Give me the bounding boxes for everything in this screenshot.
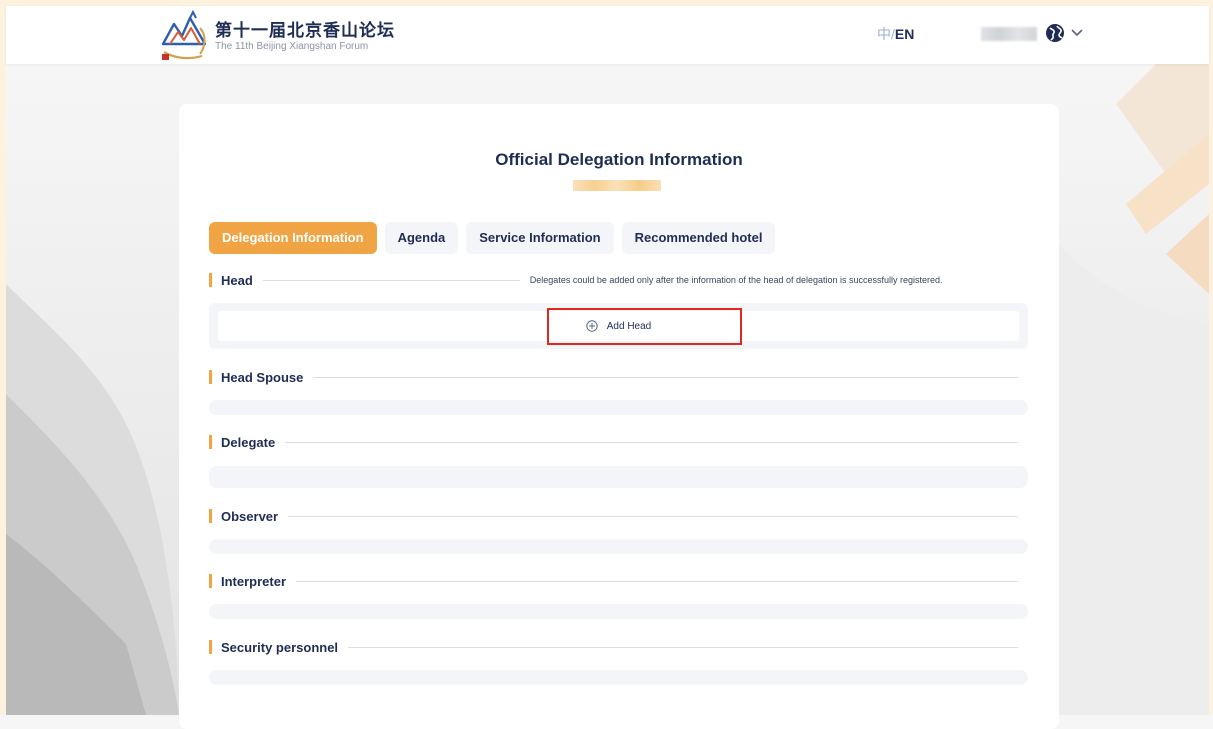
- tab-bar: Delegation Information Agenda Service In…: [209, 222, 776, 254]
- right-frame: [1209, 0, 1213, 715]
- section-divider: [285, 441, 1018, 443]
- section-label: Security personnel: [221, 639, 339, 655]
- tab-service-information[interactable]: Service Information: [466, 222, 614, 254]
- section-observer: Observer: [209, 506, 1028, 526]
- tab-delegation-information[interactable]: Delegation Information: [209, 222, 377, 254]
- tab-recommended-hotel[interactable]: Recommended hotel: [621, 222, 776, 254]
- delegation-name-redacted: [573, 180, 661, 191]
- mountain-logo-icon[interactable]: [160, 10, 210, 62]
- tab-agenda[interactable]: Agenda: [384, 222, 459, 254]
- section-label: Interpreter: [221, 573, 287, 589]
- user-name-redacted[interactable]: [981, 27, 1037, 41]
- site-header: 第十一届北京香山论坛 The 11th Beijing Xiangshan Fo…: [6, 6, 1209, 64]
- page-title: Official Delegation Information: [495, 150, 743, 169]
- section-head: Head Delegates could be added only after…: [209, 270, 1028, 290]
- logo-title-english: The 11th Beijing Xiangshan Forum: [215, 41, 369, 52]
- section-label: Delegate: [221, 434, 276, 450]
- lang-option-en[interactable]: EN: [895, 26, 914, 42]
- section-marker: [209, 273, 212, 287]
- head-spouse-list: [209, 400, 1028, 415]
- section-marker: [209, 509, 212, 523]
- logo-title-chinese: 第十一届北京香山论坛: [215, 21, 395, 40]
- delegate-list: [209, 466, 1028, 488]
- interpreter-list: [209, 604, 1028, 619]
- security-personnel-list: [209, 670, 1028, 685]
- chevron-down-icon[interactable]: [1070, 25, 1084, 39]
- head-registration-note: Delegates could be added only after the …: [529, 275, 943, 285]
- highlight-box: [547, 308, 742, 345]
- section-label: Observer: [221, 508, 279, 524]
- section-divider: [313, 376, 1018, 378]
- section-marker: [209, 370, 212, 384]
- section-divider: [288, 515, 1018, 517]
- section-marker: [209, 640, 212, 654]
- section-security-personnel: Security personnel: [209, 637, 1028, 657]
- section-divider: [262, 279, 520, 281]
- lang-option-zh[interactable]: 中: [877, 26, 891, 42]
- section-label: Head Spouse: [221, 369, 304, 385]
- delegation-card: Official Delegation Information Delegati…: [179, 104, 1059, 729]
- section-marker: [209, 574, 212, 588]
- section-interpreter: Interpreter: [209, 571, 1028, 591]
- section-divider: [348, 646, 1018, 648]
- section-label: Head: [221, 272, 253, 288]
- section-head-spouse: Head Spouse: [209, 367, 1028, 387]
- language-switch: 中/EN: [877, 24, 914, 44]
- observer-list: [209, 539, 1028, 554]
- globe-icon[interactable]: [1045, 23, 1065, 43]
- section-delegate: Delegate: [209, 432, 1028, 452]
- section-divider: [296, 580, 1018, 582]
- section-marker: [209, 435, 212, 449]
